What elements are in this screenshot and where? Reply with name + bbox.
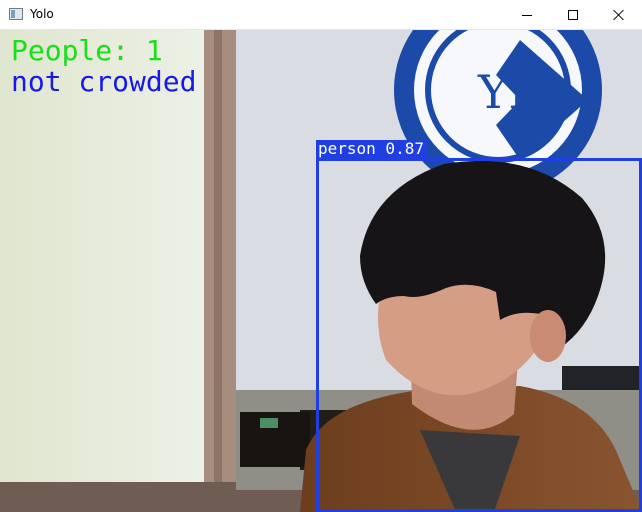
close-icon <box>613 9 625 21</box>
minimize-button[interactable] <box>504 0 550 30</box>
window-title: Yolo <box>30 7 54 21</box>
app-window: Yolo YH People: 1 not crowded person 0.8… <box>0 0 642 512</box>
wall-left <box>0 30 204 512</box>
logo-letters: YH <box>477 65 548 119</box>
crowd-status-text: not crowded <box>11 65 197 98</box>
detection-label: person 0.87 <box>316 140 428 158</box>
person-bounding-box <box>316 158 642 512</box>
title-bar[interactable]: Yolo <box>0 0 642 30</box>
window-icon <box>9 8 23 20</box>
close-button[interactable] <box>596 0 642 30</box>
camera-view: YH People: 1 not crowded person 0.87 <box>0 30 642 512</box>
maximize-icon <box>568 10 578 20</box>
people-count-text: People: 1 <box>11 34 163 67</box>
maximize-button[interactable] <box>550 0 596 30</box>
minimize-icon <box>522 14 532 16</box>
